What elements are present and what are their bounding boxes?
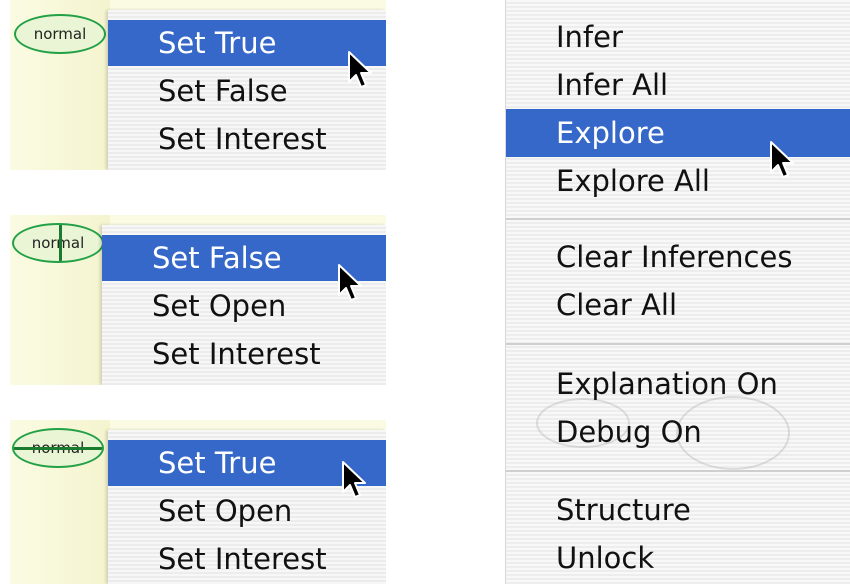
node-strikethrough-marker bbox=[14, 447, 102, 450]
menu-separator bbox=[506, 470, 850, 472]
menu-item-label: Structure bbox=[556, 493, 691, 527]
menu-item-label: Set True bbox=[158, 26, 277, 60]
menu-item-structure[interactable]: Structure bbox=[506, 486, 850, 534]
menu-item-label: Explore All bbox=[556, 164, 710, 198]
arrow-pointer-icon bbox=[338, 264, 362, 301]
node-label: normal bbox=[33, 25, 87, 43]
main-context-menu: Infer Infer All Explore Explore All Clea… bbox=[505, 0, 850, 584]
menu-item-set-interest[interactable]: Set Interest bbox=[102, 331, 386, 377]
menu-item-label: Set Interest bbox=[152, 337, 321, 371]
menu-item-label: Set False bbox=[152, 241, 282, 275]
arrow-pointer-icon bbox=[342, 461, 366, 498]
menu-item-label: Set Interest bbox=[158, 542, 327, 576]
arrow-pointer-icon bbox=[348, 51, 372, 88]
menu-item-label: Clear Inferences bbox=[556, 240, 793, 274]
menu-item-label: Infer bbox=[556, 20, 623, 54]
menu-item-label: Infer All bbox=[556, 68, 669, 102]
menu-item-label: Explore bbox=[556, 116, 665, 150]
menu-item-explore-all[interactable]: Explore All bbox=[506, 157, 850, 205]
menu-item-set-interest[interactable]: Set Interest bbox=[108, 536, 386, 582]
menu-item-infer[interactable]: Infer bbox=[506, 13, 850, 61]
menu-item-set-false[interactable]: Set False bbox=[108, 68, 386, 114]
menu-separator bbox=[506, 218, 850, 220]
menu-item-label: Set Open bbox=[152, 289, 287, 323]
arrow-pointer-icon bbox=[770, 141, 794, 178]
menu-item-label: Clear All bbox=[556, 288, 678, 322]
node-open-marker bbox=[59, 225, 62, 261]
menu-separator bbox=[506, 343, 850, 345]
menu-item-label: Debug On bbox=[556, 415, 702, 449]
menu-item-clear-all[interactable]: Clear All bbox=[506, 281, 850, 329]
menu-item-label: Set False bbox=[158, 74, 288, 108]
menu-item-label: Set Interest bbox=[158, 122, 327, 156]
menu-item-unlock[interactable]: Unlock bbox=[506, 534, 850, 582]
context-menu: Set True Set False Set Interest bbox=[108, 10, 386, 170]
menu-item-label: Explanation On bbox=[556, 367, 778, 401]
menu-item-clear-inferences[interactable]: Clear Inferences bbox=[506, 233, 850, 281]
menu-item-set-interest[interactable]: Set Interest bbox=[108, 116, 386, 162]
menu-item-explanation-on[interactable]: Explanation On bbox=[506, 360, 850, 408]
context-menu: Set True Set Open Set Interest bbox=[108, 430, 386, 584]
panel-1: normal Set True Set False Set Interest bbox=[10, 0, 386, 170]
node-ellipse[interactable]: normal bbox=[14, 14, 106, 54]
node-ellipse[interactable]: normal bbox=[12, 223, 104, 263]
menu-item-label: Set True bbox=[158, 446, 277, 480]
context-menu: Set False Set Open Set Interest bbox=[102, 225, 386, 385]
panel-2: normal Set False Set Open Set Interest bbox=[10, 215, 386, 385]
menu-item-explore[interactable]: Explore bbox=[506, 109, 850, 157]
menu-item-infer-all[interactable]: Infer All bbox=[506, 61, 850, 109]
menu-item-label: Set Open bbox=[158, 494, 293, 528]
menu-item-debug-on[interactable]: Debug On bbox=[506, 408, 850, 456]
panel-3: normal Set True Set Open Set Interest bbox=[10, 420, 386, 584]
menu-item-set-true[interactable]: Set True bbox=[108, 20, 386, 66]
node-ellipse[interactable]: normal bbox=[12, 428, 104, 468]
menu-item-label: Unlock bbox=[556, 541, 655, 575]
node-label: normal bbox=[31, 234, 85, 252]
